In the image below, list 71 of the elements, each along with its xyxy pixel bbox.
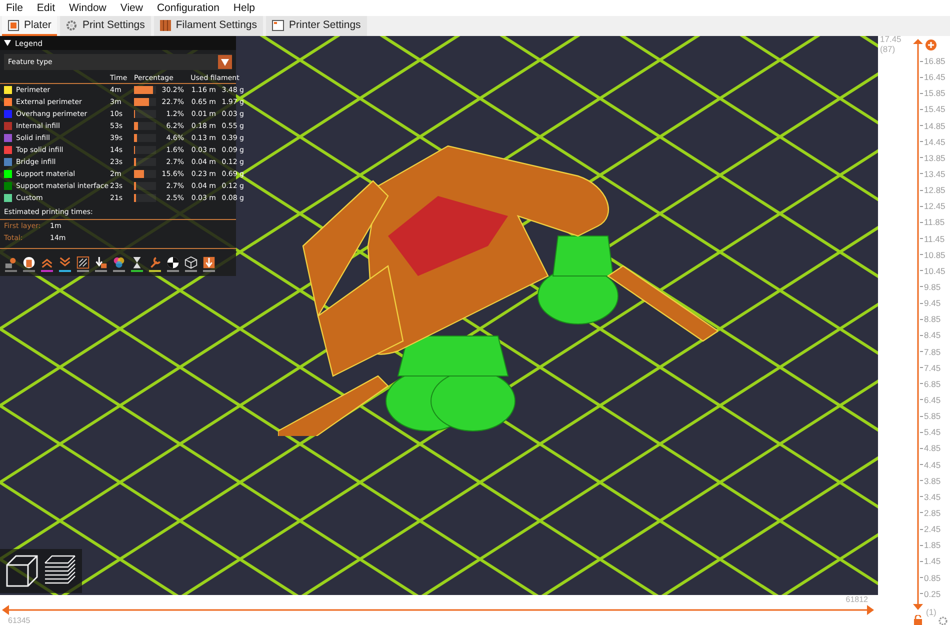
layer-height-label: 9.45: [920, 298, 946, 308]
tab[interactable]: Printer Settings: [266, 16, 367, 36]
cube-icon[interactable]: [4, 553, 40, 589]
layer-height-label: 16.85: [920, 56, 946, 66]
menu-item[interactable]: Window: [69, 2, 106, 14]
arrow-down-icon[interactable]: [94, 256, 108, 270]
layer-height-label: 9.85: [920, 282, 946, 292]
layer-height-label: 1.45: [920, 556, 946, 566]
layer-height-label: 6.85: [920, 378, 946, 389]
layer-height-label: 11.85: [920, 217, 946, 228]
half-circle-icon[interactable]: [166, 256, 180, 270]
layer-height-label: 5.45: [920, 427, 946, 438]
menu-item[interactable]: Help: [233, 2, 256, 14]
tab[interactable]: Filament Settings: [154, 16, 264, 36]
tab-label: Print Settings: [82, 19, 145, 31]
download-icon[interactable]: [202, 256, 216, 270]
chevrons-up-icon[interactable]: [40, 256, 54, 270]
layer-height-label: 3.85: [920, 476, 946, 486]
vertical-slider-track[interactable]: [912, 38, 924, 612]
layer-height-label: 10.45: [920, 266, 946, 276]
layer-height-label: 13.45: [920, 168, 946, 179]
gear-icon: [66, 20, 78, 30]
lower-layer-label: (1): [926, 607, 936, 617]
menu-item[interactable]: Edit: [36, 2, 56, 14]
layer-height-label: 15.45: [920, 104, 946, 114]
layer-height-label: 10.85: [920, 250, 946, 260]
layer-height-label: 8.85: [920, 314, 946, 324]
collapse-triangle-icon[interactable]: [4, 40, 11, 46]
slider-value: 61345: [8, 616, 30, 625]
layer-height-label: 2.45: [920, 524, 946, 534]
window-icon: [272, 20, 284, 30]
settings-icon[interactable]: [938, 616, 948, 625]
layer-height-label: 14.45: [920, 136, 946, 147]
spool-icon: [160, 20, 171, 30]
cube-icon[interactable]: [184, 256, 198, 270]
layer-height-label: 3.45: [920, 492, 946, 502]
slider-value: 61812: [846, 595, 868, 604]
square-icon: [8, 20, 19, 30]
layer-height-label: 7.85: [920, 346, 946, 357]
layer-height-label: 0.25: [920, 588, 946, 599]
layer-height-label: 5.85: [920, 411, 946, 422]
color-circles-icon[interactable]: [112, 256, 126, 270]
layer-height-label: 13.85: [920, 152, 946, 163]
layer-height-label: 2.85: [920, 508, 946, 518]
layer-height-label: 1.85: [920, 540, 946, 550]
layer-height-label: 4.45: [920, 460, 946, 470]
layer-height-label: 8.45: [920, 330, 946, 340]
layer-height-label: 6.45: [920, 394, 946, 405]
lock-icon[interactable]: [913, 615, 923, 625]
menu-item[interactable]: View: [120, 2, 143, 14]
layer-height-label: 14.85: [920, 120, 946, 131]
layer-height-label: 12.45: [920, 201, 946, 212]
layer-height-label: 0.85: [920, 572, 946, 582]
tab[interactable]: Plater: [2, 16, 58, 36]
menu-item[interactable]: Configuration: [156, 2, 220, 14]
upper-layer-label: (87): [880, 44, 896, 54]
hatched-square-icon[interactable]: [76, 256, 90, 270]
layer-height-label: 12.85: [920, 185, 946, 196]
layer-height-label: 4.85: [920, 443, 946, 454]
tab[interactable]: Print Settings: [60, 16, 151, 36]
tab-label: Plater: [24, 19, 52, 31]
add-icon[interactable]: [925, 39, 937, 51]
tab-label: Printer Settings: [289, 19, 361, 31]
layer-height-label: 16.45: [920, 72, 946, 82]
layer-height-label: 11.45: [920, 234, 946, 244]
tab-label: Filament Settings: [176, 19, 258, 31]
menu-item[interactable]: File: [6, 2, 23, 14]
wrench-icon[interactable]: [148, 256, 162, 270]
upper-value-label: 17.45: [880, 34, 902, 44]
layer-height-label: 15.85: [920, 88, 946, 98]
layer-height-label: 7.45: [920, 362, 946, 373]
